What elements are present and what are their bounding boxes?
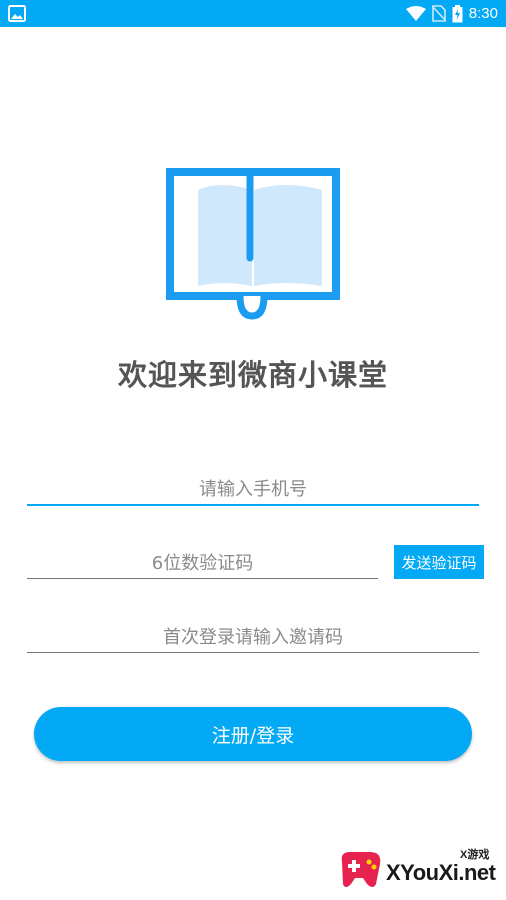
status-icons: 8:30 <box>405 0 498 27</box>
send-code-button[interactable]: 发送验证码 <box>394 545 484 579</box>
wifi-icon <box>405 5 426 21</box>
no-sim-icon <box>431 5 446 22</box>
image-icon <box>8 5 26 22</box>
watermark: X游戏 XYouXi.net <box>336 840 502 896</box>
phone-input[interactable] <box>27 474 479 506</box>
invite-code-input[interactable] <box>27 622 479 653</box>
verification-code-input[interactable] <box>27 548 378 579</box>
battery-charging-icon <box>452 4 463 22</box>
watermark-text: XYouXi.net <box>386 860 496 885</box>
open-book-icon <box>166 168 340 320</box>
status-time: 8:30 <box>468 5 498 22</box>
register-login-button[interactable]: 注册/登录 <box>34 707 472 761</box>
status-bar: 8:30 <box>0 0 506 27</box>
welcome-title: 欢迎来到微商小课堂 <box>117 358 388 392</box>
gamepad-logo-icon <box>341 852 381 887</box>
